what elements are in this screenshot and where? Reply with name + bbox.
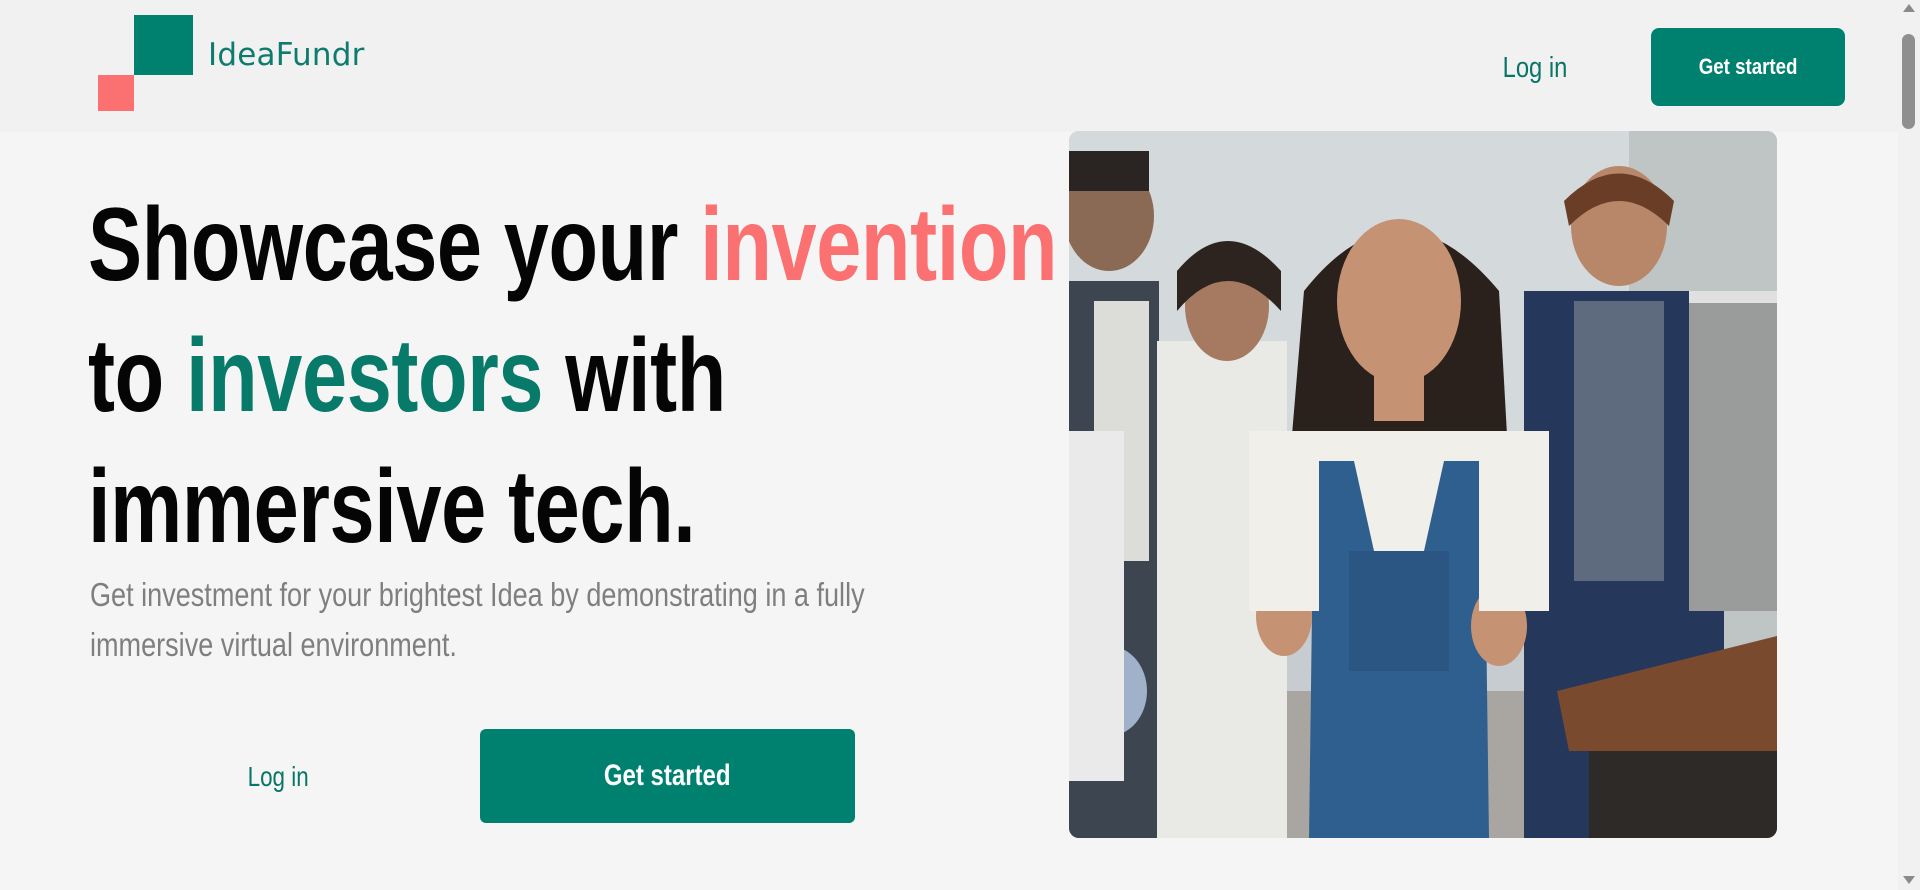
hero-image-illustration [1069, 131, 1777, 838]
hero-title-highlight-invention: invention [700, 187, 1058, 303]
hero-title-highlight-investors: investors [185, 318, 544, 434]
logo-accent-square [98, 75, 134, 111]
hero-title-part3: with [543, 318, 726, 434]
hero-title-part2: to [88, 318, 186, 434]
scroll-down-arrow-icon[interactable] [1903, 876, 1915, 884]
hero-title-part4: immersive tech. [88, 449, 696, 565]
header-get-started-button[interactable]: Get started [1651, 28, 1845, 106]
hero-get-started-button[interactable]: Get started [480, 729, 855, 823]
site-header: IdeaFundr Log in Get started [0, 0, 1898, 132]
hero-title: Showcase your invention to investors wit… [88, 180, 1058, 573]
hero-subtitle: Get investment for your brightest Idea b… [90, 576, 865, 663]
hero-image [1069, 131, 1777, 838]
page-scrollbar[interactable] [1898, 0, 1920, 890]
hero-login-label: Log in [247, 761, 309, 792]
logo[interactable]: IdeaFundr [98, 15, 398, 111]
logo-icon [134, 15, 193, 75]
header-get-started-label: Get started [1698, 54, 1798, 79]
logo-text: IdeaFundr [208, 37, 365, 73]
scroll-up-arrow-icon[interactable] [1903, 4, 1915, 12]
scrollbar-thumb[interactable] [1902, 34, 1915, 129]
header-login-link[interactable]: Log in [1498, 43, 1572, 93]
hero-title-part1: Showcase your [88, 187, 701, 303]
hero-login-link[interactable]: Log in [220, 752, 336, 802]
hero-get-started-label: Get started [604, 759, 731, 792]
